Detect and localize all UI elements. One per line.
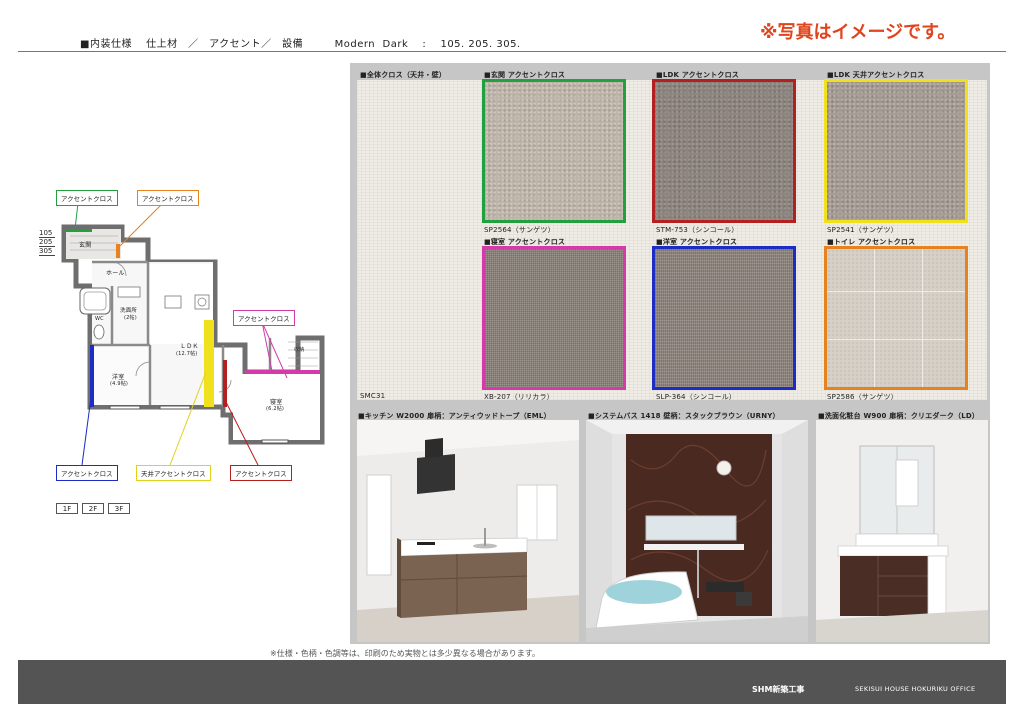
room-area-ldk: (12.7帖) xyxy=(176,351,198,357)
floor-tab-3f[interactable]: 3F xyxy=(108,503,130,514)
western-accent-code: SLP-364（シンコール） xyxy=(656,393,737,401)
disclaimer-note: ※仕様・色柄・色調等は、印刷のため実物とは多少異なる場合があります。 xyxy=(270,649,540,658)
bath-illustration xyxy=(586,420,808,642)
callout-bedroom-accent: アクセントクロス xyxy=(233,310,295,326)
floor-plan-drawing xyxy=(61,202,325,466)
entrance-accent-swatch xyxy=(482,79,626,223)
footer-divider xyxy=(18,704,1006,706)
room-label-wash: 洗面所 xyxy=(120,308,138,314)
kitchen-illustration xyxy=(357,420,579,642)
room-label-genkan: 玄関 xyxy=(79,242,92,249)
toilet-accent-code: SP2586（サンゲツ） xyxy=(827,393,898,401)
vanity-photo xyxy=(816,420,988,642)
room-label-wc: WC xyxy=(95,316,104,322)
callout-ldk-ceiling-accent: 天井アクセントクロス xyxy=(136,465,211,481)
bath-photo xyxy=(586,420,808,642)
floor-tab-2f[interactable]: 2F xyxy=(82,503,104,514)
base-cloth-code: SMC31 xyxy=(360,392,386,400)
floor-tabs: 1F 2F 3F xyxy=(56,503,130,514)
image-notice: ※写真はイメージです。 xyxy=(760,22,956,43)
ldk-accent-swatch xyxy=(652,79,796,223)
callout-ldk-accent: アクセントクロス xyxy=(230,465,292,481)
room-area-western: (4.9帖) xyxy=(110,381,129,387)
toilet-accent-swatch xyxy=(824,246,968,390)
project-name: SHM新築工事 xyxy=(752,685,805,694)
bedroom-accent-code: XB-207（リリカラ） xyxy=(484,393,554,401)
footer-bar xyxy=(18,660,1006,706)
western-accent-swatch xyxy=(652,246,796,390)
entrance-accent-code: SP2564（サンゲツ） xyxy=(484,226,555,234)
unit-number: 205 xyxy=(39,238,56,247)
ldk-ceiling-accent-swatch xyxy=(824,79,968,223)
room-label-hall: ホール xyxy=(106,270,125,277)
room-label-ldk: ＬＤＫ xyxy=(180,343,199,350)
room-area-wash: (2帖) xyxy=(124,315,137,321)
unit-number: 305 xyxy=(39,247,56,256)
callout-western-accent: アクセントクロス xyxy=(56,465,118,481)
callout-toilet-accent: アクセントクロス xyxy=(137,190,199,206)
unit-number: 105 xyxy=(39,229,56,238)
base-cloth-heading: ■全体クロス（天井・壁） xyxy=(360,71,447,79)
room-label-closet: 収納 xyxy=(294,347,305,353)
vanity-illustration xyxy=(816,420,988,642)
ldk-ceiling-accent-code: SP2541（サンゲツ） xyxy=(827,226,898,234)
ldk-accent-code: STM-753（シンコール） xyxy=(656,226,739,234)
office-name: SEKISUI HOUSE HOKURIKU OFFICE xyxy=(855,685,976,693)
callout-entrance-accent: アクセントクロス xyxy=(56,190,118,206)
room-area-bedroom: (6.2帖) xyxy=(266,406,285,412)
kitchen-photo xyxy=(357,420,579,642)
unit-number-list: 105 205 305 xyxy=(39,229,56,256)
bedroom-accent-swatch xyxy=(482,246,626,390)
floor-tab-1f[interactable]: 1F xyxy=(56,503,78,514)
